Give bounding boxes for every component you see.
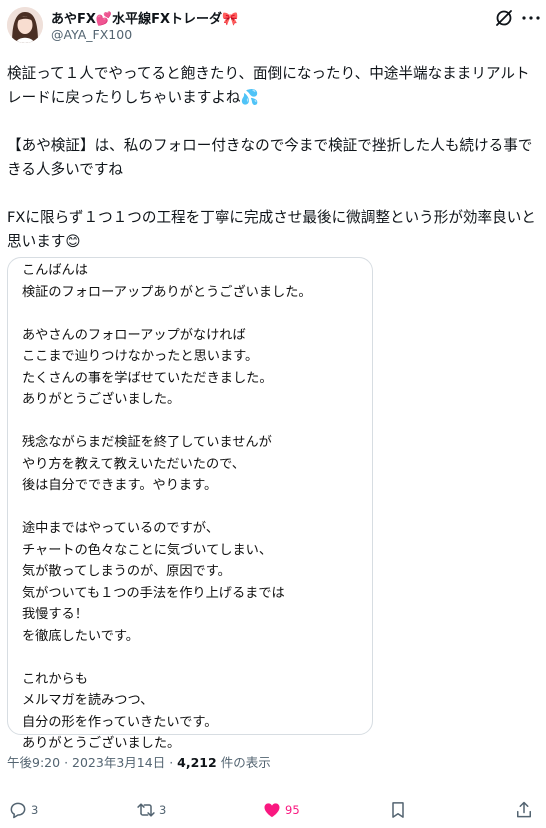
more-options-icon[interactable] [522,16,540,20]
letter-line: 後は自分でできます。やります。 [22,478,218,493]
tweet-paragraph: 【あや検証】は、私のフォロー付きなので今まで検証で挫折した人も続ける事できる人多… [7,137,533,178]
avatar-image [7,7,43,43]
tweet-date[interactable]: 2023年3月14日 [72,755,165,770]
letter-paragraph: こんばんは検証のフォローアップありがとうございました。 [22,260,367,303]
letter-line: 途中まではやっているのですが、 [22,521,219,536]
tweet-meta: 午後9:20 · 2023年3月14日 · 4,212 件の表示 [7,752,271,771]
letter-line: ここまで辿りつけなかったと思います。 [22,349,259,364]
letter-paragraph: 途中まではやっているのですが、チャートの色々なことに気づいてしまい、 気が散ってし… [22,518,367,647]
user-handle[interactable]: @AYA_FX100 [51,27,132,42]
share-button[interactable] [514,800,534,820]
letter-line: やり方を教えて教えいただいたので、 [22,456,245,472]
display-name[interactable]: あやFX💕水平線FXトレーダ🎀 [51,8,238,27]
views-count: 4,212 [177,755,217,770]
letter-line: たくさんの事を学ばせていただきました。 [22,370,273,386]
letter-line: あやさんのフォローアップがなければ [22,327,246,343]
bookmark-button[interactable] [388,800,408,820]
attached-image[interactable]: こんばんは 検証のフォローアップありがとうございました。 あやさんのフォローアップが… [7,257,373,751]
letter-line: ありがとうございました。 [22,392,181,407]
letter-line: 自分の形を作っていきたいです。 [22,714,218,730]
letter-line: 気が散ってしまうのが、原因です。 [22,564,231,579]
reply-icon [10,802,26,819]
letter-paragraph: あやさんのフォローアップがなければ ここまで辿りつけなかったと思います。 たくさんの… [22,325,367,411]
meta-separator: · [169,755,174,770]
letter-line: 我慢する！ [22,607,88,622]
letter-line: これからも [22,671,88,687]
letter-text: こんばんは 検証のフォローアップありがとうございました。 あやさんのフォローアップが… [22,260,367,755]
reply-count: 3 [31,803,39,817]
share-icon [517,801,531,818]
letter-line: を徹底したいです。 [22,628,139,644]
reply-button[interactable]: 3 [8,800,38,820]
grok-icon[interactable] [494,8,514,28]
letter-line: メルマガを読みつつ、 [22,693,154,708]
views-label: 件の表示 [220,755,271,770]
letter-line: 気がついても１つの手法を作り上げるまでは [22,585,285,601]
retweet-count: 3 [159,803,167,817]
retweet-icon [137,803,155,817]
heart-icon [264,803,280,818]
avatar[interactable] [7,7,43,43]
like-count: 95 [285,803,300,817]
letter-paragraph: これからも メルマガを読みつつ、 自分の形を作っていきたいです。 ありがとうございまし… [22,669,367,755]
letter-line: 検証のフォローアップありがとうございました。 [22,284,312,300]
tweet-paragraph: FXに限らず１つ１つの工程を丁寧に完成させ最後に微調整という形が効率良いと思いま… [7,209,536,250]
tweet-time[interactable]: 午後9:20 [7,755,60,770]
letter-paragraph: 残念ながらまだ検証を終了していませんが やり方を教えて教えいただいたので、 後は自分… [22,432,367,497]
letter-line: チャートの色々なことに気づいてしまい、 [22,542,273,558]
meta-separator: · [64,755,69,770]
letter-line: 残念ながらまだ検証を終了していませんが [22,435,272,450]
tweet-paragraph: 検証って１人でやってると飽きたり、面倒になったり、中途半端なままリアルトレードに… [7,65,530,106]
tweet-text: 検証って１人でやってると飽きたり、面倒になったり、中途半端なままリアルトレードに… [7,62,539,254]
letter-line: こんばんは [22,263,88,278]
bookmark-icon [392,802,404,818]
like-button[interactable]: 95 [262,800,300,820]
retweet-button[interactable]: 3 [136,800,166,820]
